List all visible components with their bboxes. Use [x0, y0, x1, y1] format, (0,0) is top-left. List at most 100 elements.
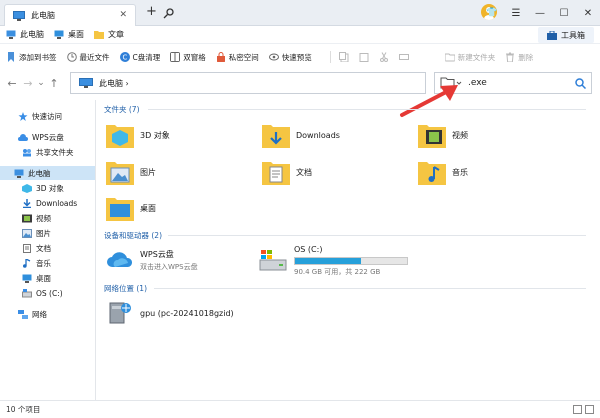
close-button[interactable]: ✕: [576, 8, 600, 19]
new-tab-button[interactable]: +: [146, 5, 157, 18]
minimize-button[interactable]: —: [528, 8, 552, 19]
maximize-button[interactable]: ☐: [552, 8, 576, 19]
sidebar-item-desktop[interactable]: 桌面: [22, 271, 51, 285]
drive-usage-bar: [294, 257, 408, 265]
desktop-icon: [54, 30, 64, 39]
recent-files-button[interactable]: 最近文件: [66, 52, 110, 63]
svg-text:C: C: [122, 54, 127, 62]
toolbar-label: 私密空间: [228, 52, 259, 62]
tab-this-pc[interactable]: 此电脑 ✕: [4, 4, 136, 26]
toolbox-button[interactable]: 工具箱: [538, 27, 594, 43]
toolbar-label: 新建文件夹: [457, 52, 496, 62]
sidebar-item-label: 快速访问: [32, 111, 62, 121]
desktop-icon: [22, 274, 32, 283]
search-input[interactable]: .exe: [468, 78, 487, 88]
sidebar-item-label: 桌面: [36, 273, 51, 283]
bookmark-desktop[interactable]: 桌面: [54, 29, 84, 40]
sidebar-item-pictures[interactable]: 图片: [22, 226, 51, 240]
sidebar-item-label: 图片: [36, 228, 51, 238]
bookmark-articles[interactable]: 文章: [94, 29, 124, 40]
paste-icon[interactable]: [359, 52, 369, 62]
cut-icon[interactable]: [379, 52, 389, 62]
sidebar-item-quick-access[interactable]: 快速访问: [18, 109, 62, 123]
network-location-gpu[interactable]: gpu (pc-20241018gzid): [106, 300, 234, 326]
lock-icon: [216, 52, 225, 62]
c-drive-clean-button[interactable]: C C盘清理: [119, 52, 161, 63]
section-divider: [168, 235, 586, 236]
shirt-icon[interactable]: 👕: [480, 8, 504, 18]
large-icons-view-icon[interactable]: [585, 405, 594, 414]
folder-pictures[interactable]: 图片: [106, 159, 156, 185]
document-icon: [23, 243, 31, 253]
toolbar-label: C盘清理: [132, 52, 161, 62]
folder-documents[interactable]: 文档: [262, 159, 312, 185]
folder-music[interactable]: 音乐: [418, 159, 468, 185]
sidebar-item-videos[interactable]: 视频: [22, 211, 51, 225]
sidebar-item-label: 网络: [32, 309, 47, 319]
forward-button[interactable]: →: [20, 77, 36, 90]
up-button[interactable]: ↑: [46, 77, 62, 90]
delete-icon: [506, 52, 515, 62]
toolbar-label: 删除: [518, 52, 534, 62]
details-view-icon[interactable]: [573, 405, 582, 414]
sidebar-item-wps-cloud[interactable]: WPS云盘: [18, 130, 64, 144]
section-header-devices[interactable]: 设备和驱动器 (2): [104, 230, 162, 241]
bookmark-label: 文章: [108, 30, 124, 39]
drive-icon: [22, 288, 32, 297]
section-header-folders[interactable]: 文件夹 (7): [104, 104, 140, 115]
section-header-network[interactable]: 网络位置 (1): [104, 283, 147, 294]
sidebar-item-music[interactable]: 音乐: [22, 256, 51, 270]
add-bookmark-button[interactable]: 添加到书签: [6, 52, 57, 63]
folder-videos[interactable]: 视频: [418, 122, 468, 148]
dual-pane-button[interactable]: 双窗格: [170, 52, 206, 63]
copy-icon[interactable]: [338, 52, 349, 62]
toolbar-label: 添加到书签: [19, 52, 57, 62]
sidebar-item-os-c[interactable]: OS (C:): [22, 286, 63, 300]
folder-3d-objects[interactable]: 3D 对象: [106, 122, 170, 148]
pin-icon[interactable]: [163, 7, 175, 19]
pc-icon: [6, 30, 16, 39]
sidebar-item-documents[interactable]: 文档: [22, 241, 51, 255]
sidebar-item-label: 3D 对象: [36, 183, 64, 193]
device-title: WPS云盘: [140, 249, 174, 259]
device-wps-cloud[interactable]: WPS云盘 双击进入WPS云盘: [106, 247, 198, 273]
cube-icon: [22, 183, 32, 193]
address-bar[interactable]: 此电脑 ›: [70, 72, 426, 94]
recent-locations-button[interactable]: ⌄: [36, 78, 46, 88]
sidebar-item-downloads[interactable]: Downloads: [22, 196, 77, 210]
section-divider: [148, 109, 586, 110]
menu-icon[interactable]: ☰: [504, 8, 528, 19]
system-drive-icon: [259, 250, 287, 271]
quick-preview-button[interactable]: 快速预览: [268, 52, 312, 63]
sidebar-item-label: 音乐: [36, 258, 51, 268]
back-button[interactable]: ←: [4, 77, 20, 90]
sidebar-item-3d-objects[interactable]: 3D 对象: [22, 181, 64, 195]
network-location-label: gpu (pc-20241018gzid): [140, 308, 234, 318]
network-icon: [18, 309, 28, 319]
delete-button[interactable]: 删除: [505, 52, 533, 63]
network-drive-icon: [109, 302, 131, 324]
desktop-folder-icon: [106, 198, 134, 221]
toolbar-divider: [329, 51, 331, 63]
bookmark-this-pc[interactable]: 此电脑: [6, 29, 44, 40]
clock-icon: [66, 52, 77, 62]
sidebar-item-network[interactable]: 网络: [18, 307, 47, 321]
sidebar-item-shared-folder[interactable]: 共享文件夹: [22, 145, 74, 159]
new-folder-button[interactable]: 新建文件夹: [444, 52, 496, 63]
cloud-icon: [18, 133, 28, 141]
shared-folder-icon: [23, 148, 31, 156]
folder-icon: [94, 31, 104, 39]
sidebar-item-label: 文档: [36, 243, 51, 253]
folder-downloads[interactable]: Downloads: [262, 122, 340, 148]
pc-icon: [79, 78, 93, 88]
folder-label: 3D 对象: [140, 130, 170, 140]
device-os-c[interactable]: OS (C:) 90.4 GB 可用，共 222 GB: [256, 245, 408, 277]
sidebar-item-this-pc[interactable]: 此电脑: [0, 166, 95, 180]
folder-desktop[interactable]: 桌面: [106, 195, 156, 221]
search-icon[interactable]: [575, 78, 586, 89]
private-space-button[interactable]: 私密空间: [216, 52, 259, 63]
bookmark-label: 桌面: [68, 30, 84, 39]
rename-icon[interactable]: [398, 52, 409, 62]
tab-close-icon[interactable]: ✕: [119, 10, 127, 20]
folder-label: 视频: [452, 130, 468, 140]
